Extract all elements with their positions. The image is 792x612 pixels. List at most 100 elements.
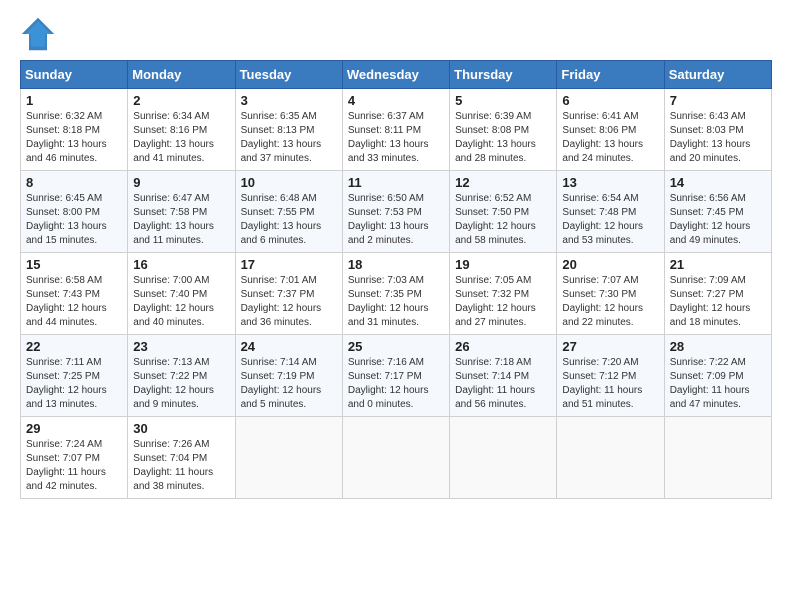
calendar-cell: 22 Sunrise: 7:11 AMSunset: 7:25 PMDayligh… <box>21 335 128 417</box>
calendar-cell <box>450 417 557 499</box>
calendar-cell: 18 Sunrise: 7:03 AMSunset: 7:35 PMDayligh… <box>342 253 449 335</box>
calendar-cell: 26 Sunrise: 7:18 AMSunset: 7:14 PMDayligh… <box>450 335 557 417</box>
day-header-tuesday: Tuesday <box>235 61 342 89</box>
day-header-saturday: Saturday <box>664 61 771 89</box>
calendar-cell: 4 Sunrise: 6:37 AMSunset: 8:11 PMDaylight… <box>342 89 449 171</box>
day-number: 21 <box>670 257 766 272</box>
day-header-sunday: Sunday <box>21 61 128 89</box>
day-number: 16 <box>133 257 229 272</box>
day-number: 5 <box>455 93 551 108</box>
calendar-cell: 10 Sunrise: 6:48 AMSunset: 7:55 PMDayligh… <box>235 171 342 253</box>
day-number: 26 <box>455 339 551 354</box>
cell-info: Sunrise: 6:50 AMSunset: 7:53 PMDaylight:… <box>348 192 444 248</box>
cell-info: Sunrise: 7:20 AMSunset: 7:12 PMDaylight:… <box>562 356 658 412</box>
cell-info: Sunrise: 6:52 AMSunset: 7:50 PMDaylight:… <box>455 192 551 248</box>
cell-info: Sunrise: 6:32 AMSunset: 8:18 PMDaylight:… <box>26 110 122 166</box>
calendar-cell <box>664 417 771 499</box>
calendar-cell: 19 Sunrise: 7:05 AMSunset: 7:32 PMDayligh… <box>450 253 557 335</box>
cell-info: Sunrise: 7:14 AMSunset: 7:19 PMDaylight:… <box>241 356 337 412</box>
calendar-cell: 5 Sunrise: 6:39 AMSunset: 8:08 PMDaylight… <box>450 89 557 171</box>
cell-info: Sunrise: 6:34 AMSunset: 8:16 PMDaylight:… <box>133 110 229 166</box>
calendar-cell <box>557 417 664 499</box>
day-number: 3 <box>241 93 337 108</box>
day-number: 18 <box>348 257 444 272</box>
day-number: 20 <box>562 257 658 272</box>
cell-info: Sunrise: 6:58 AMSunset: 7:43 PMDaylight:… <box>26 274 122 330</box>
cell-info: Sunrise: 6:39 AMSunset: 8:08 PMDaylight:… <box>455 110 551 166</box>
calendar-cell: 14 Sunrise: 6:56 AMSunset: 7:45 PMDayligh… <box>664 171 771 253</box>
cell-info: Sunrise: 6:54 AMSunset: 7:48 PMDaylight:… <box>562 192 658 248</box>
day-number: 10 <box>241 175 337 190</box>
calendar-header-row: SundayMondayTuesdayWednesdayThursdayFrid… <box>21 61 772 89</box>
calendar-cell: 6Sunrise: 6:41 AMSunset: 8:06 PMDaylight… <box>557 89 664 171</box>
page-container: SundayMondayTuesdayWednesdayThursdayFrid… <box>0 0 792 515</box>
day-number: 25 <box>348 339 444 354</box>
calendar-table: SundayMondayTuesdayWednesdayThursdayFrid… <box>20 60 772 499</box>
cell-info: Sunrise: 7:16 AMSunset: 7:17 PMDaylight:… <box>348 356 444 412</box>
day-number: 4 <box>348 93 444 108</box>
cell-info: Sunrise: 6:35 AMSunset: 8:13 PMDaylight:… <box>241 110 337 166</box>
calendar-cell: 7Sunrise: 6:43 AMSunset: 8:03 PMDaylight… <box>664 89 771 171</box>
calendar-cell: 28 Sunrise: 7:22 AMSunset: 7:09 PMDayligh… <box>664 335 771 417</box>
day-number: 22 <box>26 339 122 354</box>
day-number: 28 <box>670 339 766 354</box>
cell-info: Sunrise: 6:48 AMSunset: 7:55 PMDaylight:… <box>241 192 337 248</box>
cell-info: Sunrise: 7:07 AMSunset: 7:30 PMDaylight:… <box>562 274 658 330</box>
calendar-cell <box>342 417 449 499</box>
calendar-cell: 16 Sunrise: 7:00 AMSunset: 7:40 PMDayligh… <box>128 253 235 335</box>
calendar-cell: 20 Sunrise: 7:07 AMSunset: 7:30 PMDayligh… <box>557 253 664 335</box>
day-number: 24 <box>241 339 337 354</box>
calendar-cell: 30 Sunrise: 7:26 AMSunset: 7:04 PMDayligh… <box>128 417 235 499</box>
cell-info: Sunrise: 7:26 AMSunset: 7:04 PMDaylight:… <box>133 438 229 494</box>
calendar-cell <box>235 417 342 499</box>
day-number: 9 <box>133 175 229 190</box>
calendar-cell: 25 Sunrise: 7:16 AMSunset: 7:17 PMDayligh… <box>342 335 449 417</box>
cell-info: Sunrise: 7:00 AMSunset: 7:40 PMDaylight:… <box>133 274 229 330</box>
calendar-cell: 17Sunrise: 7:01 AMSunset: 7:37 PMDayligh… <box>235 253 342 335</box>
cell-info: Sunrise: 6:56 AMSunset: 7:45 PMDaylight:… <box>670 192 766 248</box>
day-number: 15 <box>26 257 122 272</box>
day-number: 30 <box>133 421 229 436</box>
cell-info: Sunrise: 7:01 AMSunset: 7:37 PMDaylight:… <box>241 274 337 330</box>
calendar-cell: 2Sunrise: 6:34 AMSunset: 8:16 PMDaylight… <box>128 89 235 171</box>
cell-info: Sunrise: 7:03 AMSunset: 7:35 PMDaylight:… <box>348 274 444 330</box>
calendar-cell: 15 Sunrise: 6:58 AMSunset: 7:43 PMDayligh… <box>21 253 128 335</box>
day-number: 11 <box>348 175 444 190</box>
day-number: 12 <box>455 175 551 190</box>
day-number: 27 <box>562 339 658 354</box>
cell-info: Sunrise: 7:05 AMSunset: 7:32 PMDaylight:… <box>455 274 551 330</box>
cell-info: Sunrise: 7:13 AMSunset: 7:22 PMDaylight:… <box>133 356 229 412</box>
cell-info: Sunrise: 6:43 AMSunset: 8:03 PMDaylight:… <box>670 110 766 166</box>
cell-info: Sunrise: 6:45 AMSunset: 8:00 PMDaylight:… <box>26 192 122 248</box>
calendar-week-row: 8 Sunrise: 6:45 AMSunset: 8:00 PMDaylight… <box>21 171 772 253</box>
calendar-cell: 9 Sunrise: 6:47 AMSunset: 7:58 PMDaylight… <box>128 171 235 253</box>
day-header-monday: Monday <box>128 61 235 89</box>
logo <box>20 16 60 52</box>
cell-info: Sunrise: 6:37 AMSunset: 8:11 PMDaylight:… <box>348 110 444 166</box>
header <box>20 16 772 52</box>
day-number: 8 <box>26 175 122 190</box>
day-number: 19 <box>455 257 551 272</box>
cell-info: Sunrise: 7:11 AMSunset: 7:25 PMDaylight:… <box>26 356 122 412</box>
calendar-cell: 1Sunrise: 6:32 AMSunset: 8:18 PMDaylight… <box>21 89 128 171</box>
calendar-cell: 29 Sunrise: 7:24 AMSunset: 7:07 PMDayligh… <box>21 417 128 499</box>
calendar-cell: 23Sunrise: 7:13 AMSunset: 7:22 PMDayligh… <box>128 335 235 417</box>
cell-info: Sunrise: 6:47 AMSunset: 7:58 PMDaylight:… <box>133 192 229 248</box>
calendar-cell: 27 Sunrise: 7:20 AMSunset: 7:12 PMDayligh… <box>557 335 664 417</box>
day-header-friday: Friday <box>557 61 664 89</box>
calendar-cell: 13Sunrise: 6:54 AMSunset: 7:48 PMDayligh… <box>557 171 664 253</box>
calendar-cell: 12 Sunrise: 6:52 AMSunset: 7:50 PMDayligh… <box>450 171 557 253</box>
calendar-week-row: 22 Sunrise: 7:11 AMSunset: 7:25 PMDayligh… <box>21 335 772 417</box>
calendar-cell: 3 Sunrise: 6:35 AMSunset: 8:13 PMDaylight… <box>235 89 342 171</box>
cell-info: Sunrise: 7:24 AMSunset: 7:07 PMDaylight:… <box>26 438 122 494</box>
day-header-thursday: Thursday <box>450 61 557 89</box>
calendar-cell: 8 Sunrise: 6:45 AMSunset: 8:00 PMDaylight… <box>21 171 128 253</box>
cell-info: Sunrise: 7:09 AMSunset: 7:27 PMDaylight:… <box>670 274 766 330</box>
day-number: 29 <box>26 421 122 436</box>
cell-info: Sunrise: 7:18 AMSunset: 7:14 PMDaylight:… <box>455 356 551 412</box>
cell-info: Sunrise: 7:22 AMSunset: 7:09 PMDaylight:… <box>670 356 766 412</box>
calendar-cell: 24 Sunrise: 7:14 AMSunset: 7:19 PMDayligh… <box>235 335 342 417</box>
calendar-week-row: 1Sunrise: 6:32 AMSunset: 8:18 PMDaylight… <box>21 89 772 171</box>
day-header-wednesday: Wednesday <box>342 61 449 89</box>
day-number: 14 <box>670 175 766 190</box>
